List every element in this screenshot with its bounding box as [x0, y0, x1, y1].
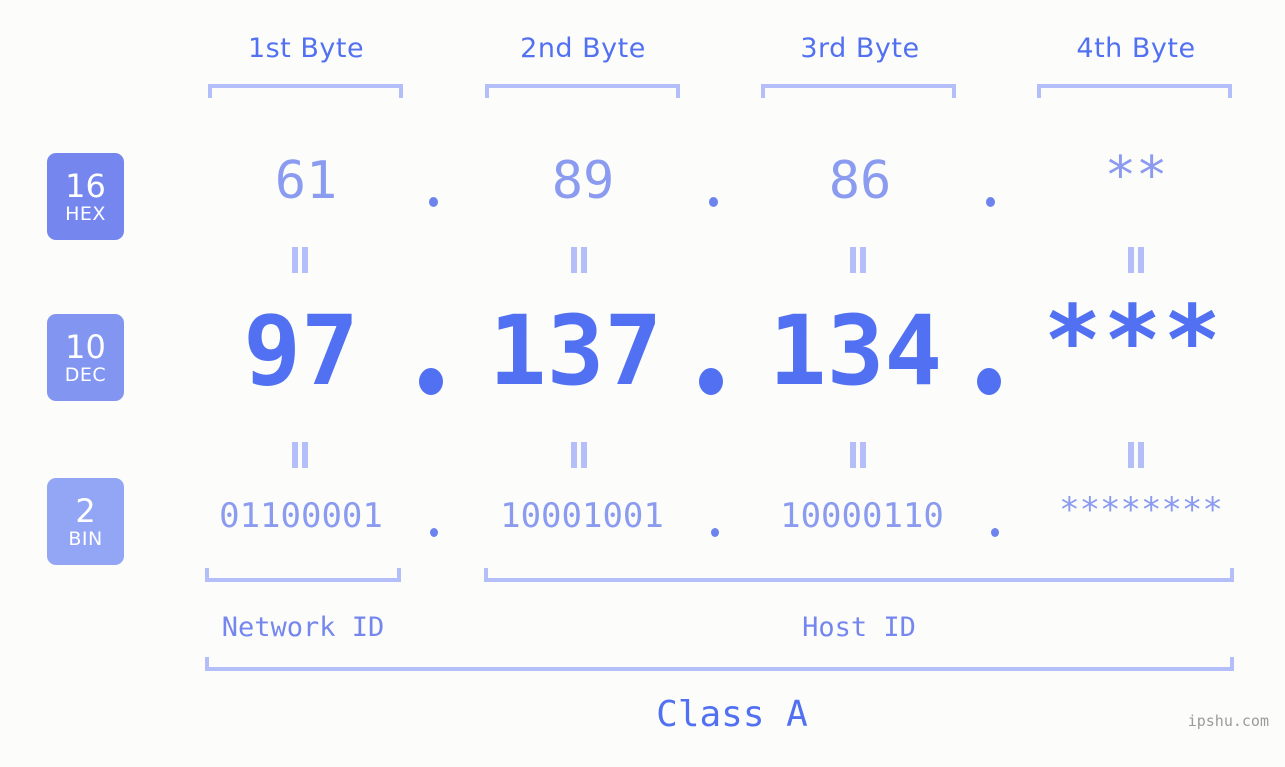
- equality-icon-dec-bin-2: [568, 442, 590, 468]
- radix-badge-hex: 16 HEX: [47, 153, 124, 240]
- hex-octet-1: 61: [274, 151, 338, 211]
- radix-badge-bin-number: 2: [75, 491, 96, 530]
- equality-icon-dec-bin-1: [289, 442, 311, 468]
- network-id-label: Network ID: [221, 612, 385, 643]
- hex-separator-3: [986, 197, 995, 207]
- radix-badge-dec: 10 DEC: [47, 314, 124, 401]
- dec-separator-2: [699, 368, 723, 395]
- host-id-label: Host ID: [802, 612, 916, 643]
- bin-octet-3: 10000110: [780, 496, 944, 536]
- equality-icon-hex-dec-3: [847, 247, 869, 273]
- byte-bracket-3: [761, 84, 956, 98]
- byte-header-2: 2nd Byte: [520, 33, 646, 64]
- equality-icon-hex-dec-1: [289, 247, 311, 273]
- dec-octet-4: ***: [1043, 285, 1224, 397]
- hex-separator-2: [709, 197, 718, 207]
- equality-icon-hex-dec-4: [1125, 247, 1147, 273]
- dec-octet-2: 137: [488, 295, 663, 407]
- bin-separator-3: [991, 528, 999, 537]
- dec-separator-3: [977, 368, 1001, 395]
- byte-bracket-1: [208, 84, 403, 98]
- bin-separator-1: [430, 528, 438, 537]
- radix-badge-bin-system: BIN: [68, 527, 103, 550]
- dec-separator-1: [419, 368, 443, 395]
- host-id-bracket: [484, 568, 1234, 582]
- radix-badge-hex-system: HEX: [65, 202, 106, 225]
- bin-octet-4: ********: [1059, 490, 1223, 530]
- byte-header-3: 3rd Byte: [800, 33, 920, 64]
- equality-icon-hex-dec-2: [568, 247, 590, 273]
- hex-octet-4: **: [1104, 146, 1168, 206]
- radix-badge-dec-system: DEC: [64, 363, 107, 386]
- equality-icon-dec-bin-4: [1125, 442, 1147, 468]
- byte-header-4: 4th Byte: [1076, 33, 1196, 64]
- byte-header-1: 1st Byte: [247, 33, 365, 64]
- dec-octet-1: 97: [243, 295, 359, 407]
- watermark: ipshu.com: [1187, 712, 1269, 730]
- equality-icon-dec-bin-3: [847, 442, 869, 468]
- class-label: Class A: [656, 694, 808, 735]
- ip-address-breakdown-diagram: 1st Byte 2nd Byte 3rd Byte 4th Byte 16 H…: [0, 0, 1285, 767]
- network-id-bracket: [205, 568, 401, 582]
- class-bracket: [205, 657, 1234, 671]
- bin-octet-1: 01100001: [219, 496, 383, 536]
- hex-octet-2: 89: [551, 151, 615, 211]
- radix-badge-hex-number: 16: [65, 166, 106, 205]
- bin-octet-2: 10001001: [500, 496, 664, 536]
- dec-octet-3: 134: [768, 295, 943, 407]
- byte-bracket-2: [485, 84, 680, 98]
- hex-separator-1: [429, 197, 438, 207]
- hex-octet-3: 86: [828, 151, 892, 211]
- bin-separator-2: [711, 528, 719, 537]
- radix-badge-dec-number: 10: [65, 327, 106, 366]
- radix-badge-bin: 2 BIN: [47, 478, 124, 565]
- byte-bracket-4: [1037, 84, 1232, 98]
